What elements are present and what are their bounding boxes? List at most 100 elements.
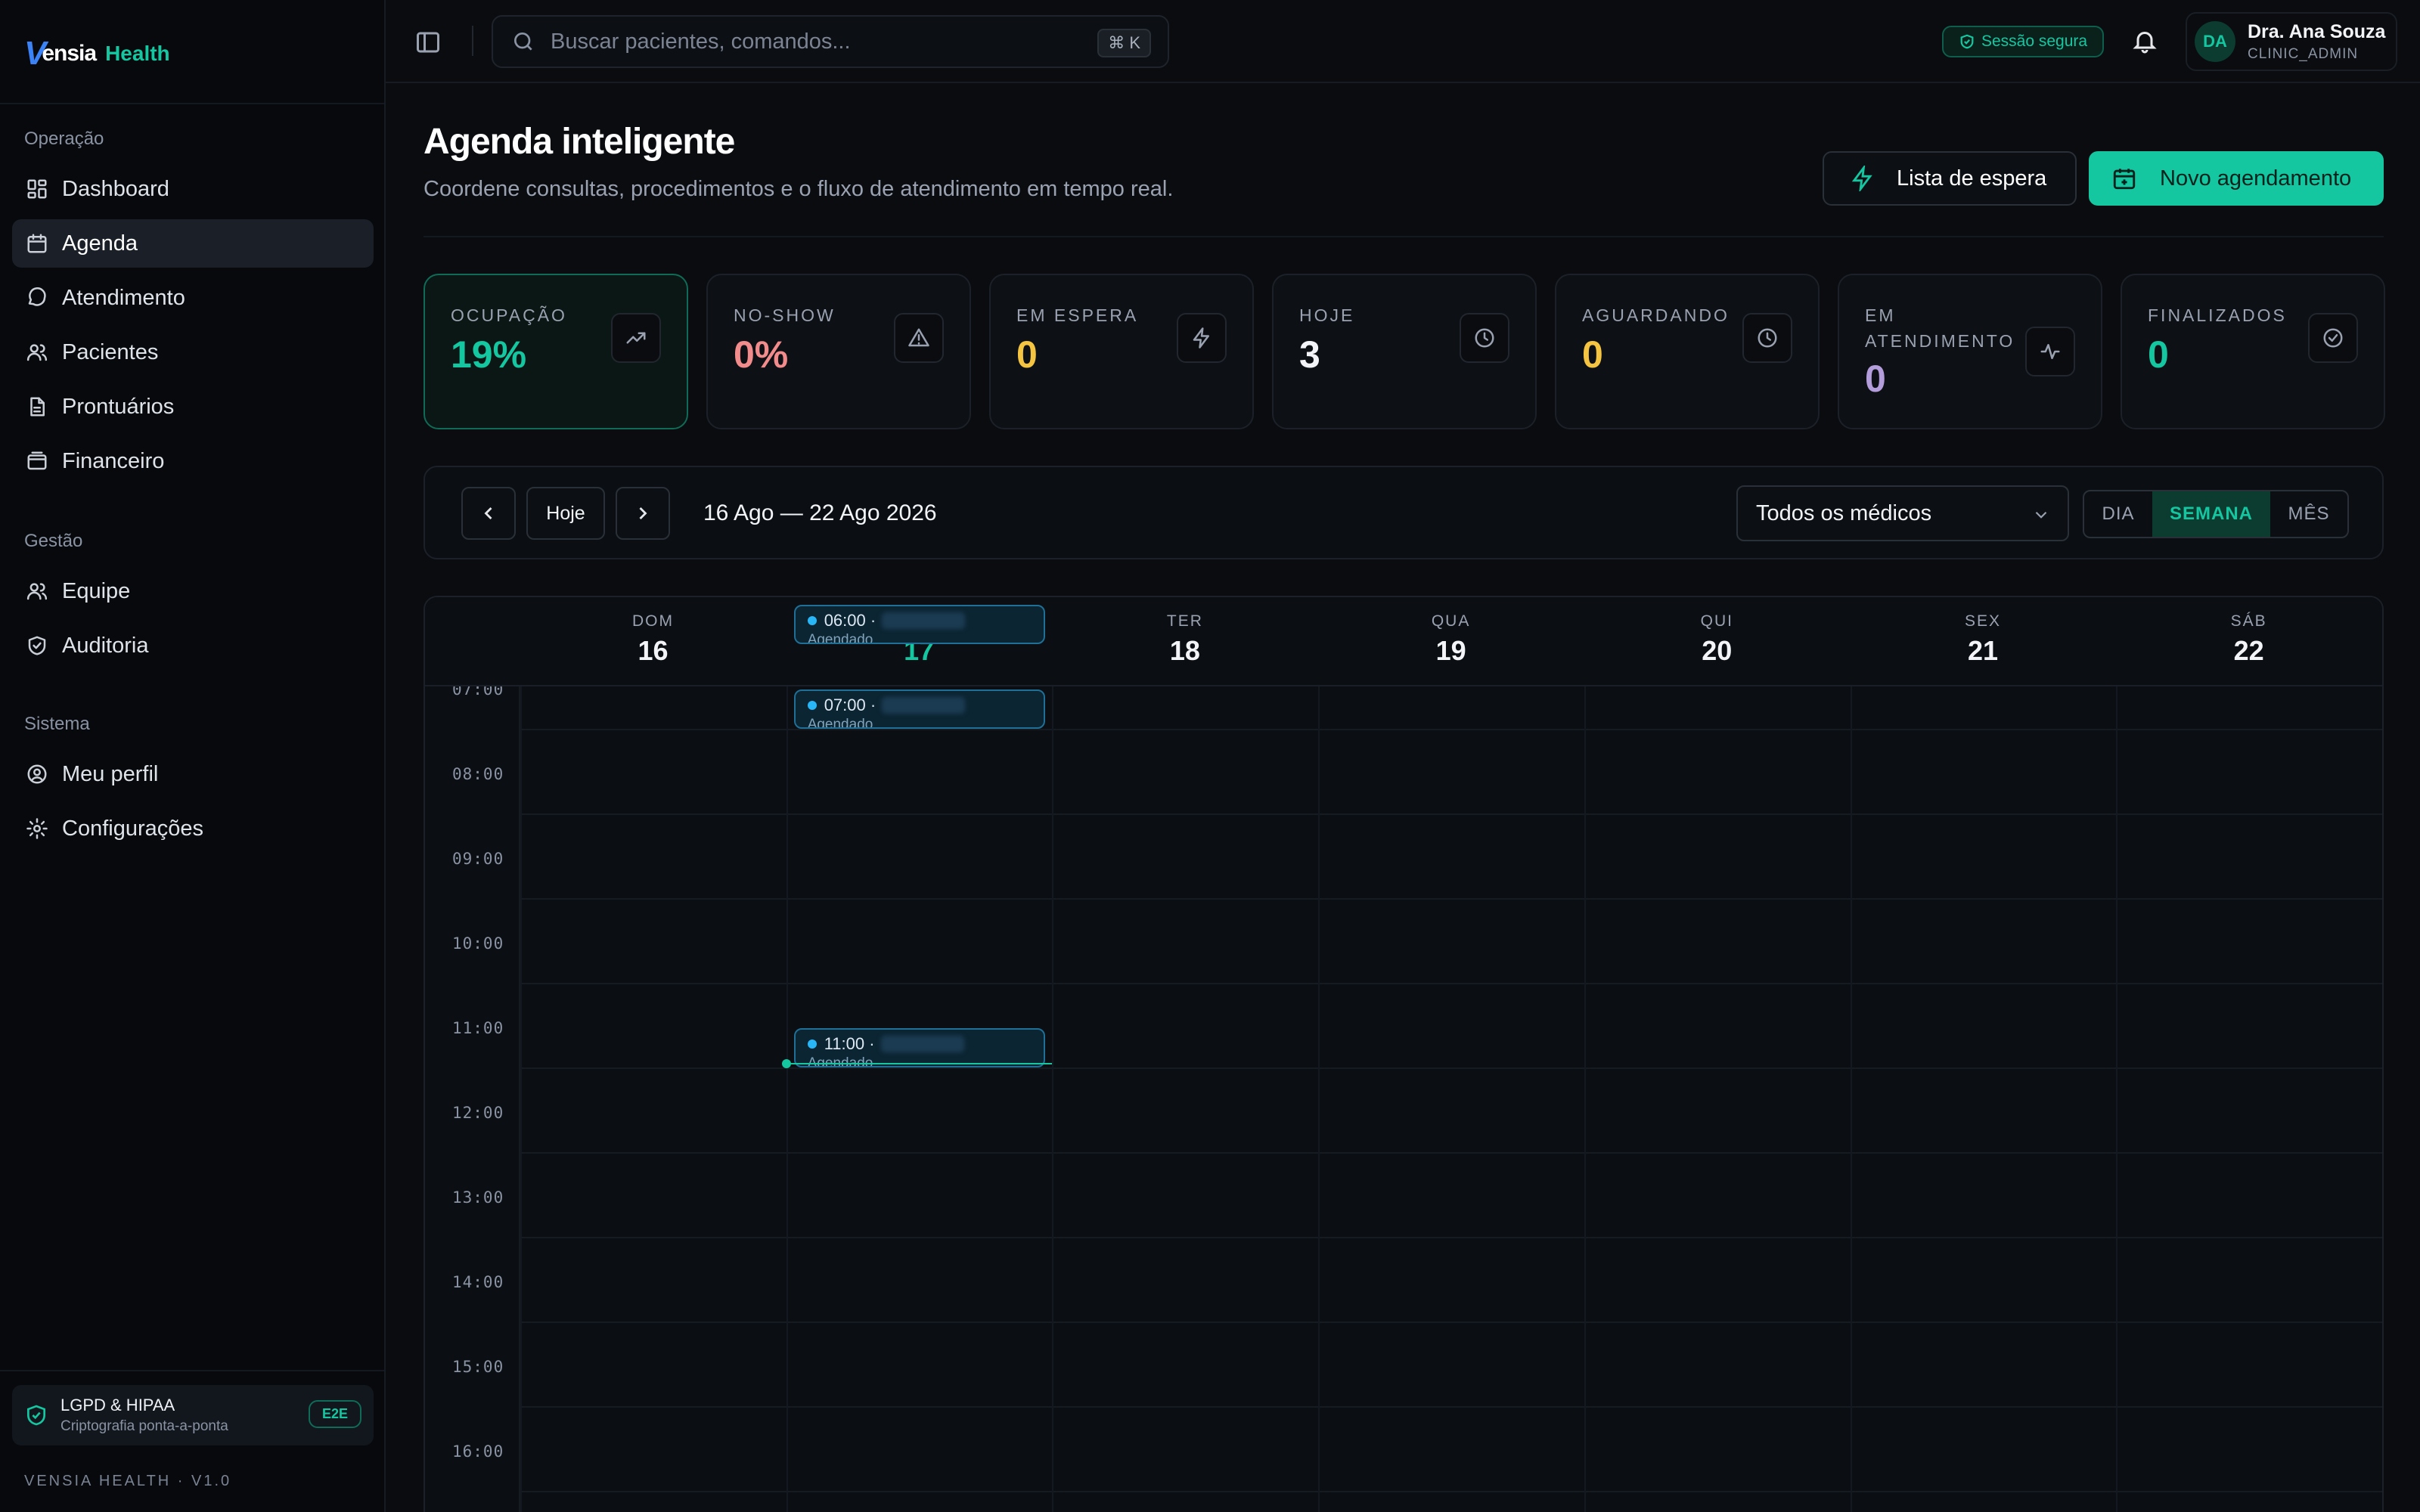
new-appointment-button[interactable]: Novo agendamento — [2089, 151, 2384, 206]
day-header[interactable]: SEX 21 — [1851, 597, 2116, 686]
sidebar-item-pacientes[interactable]: Pacientes — [12, 328, 374, 376]
alert-triangle-icon — [908, 328, 929, 347]
day-header[interactable]: QUI 20 — [1584, 597, 1850, 686]
view-switch: DIA SEMANA MÊS — [2083, 490, 2349, 538]
day-header[interactable]: QUA 19 — [1318, 597, 1584, 686]
calendar-grid[interactable]: 07:00 08:00 09:00 10:00 11:00 12:00 13:00 14:00… — [425, 680, 2382, 1512]
stat-label: FINALIZADOS — [2148, 305, 2287, 325]
time-label: 12:00 — [452, 1104, 504, 1122]
logo-suffix: Health — [105, 42, 170, 65]
doctor-filter-value: Todos os médicos — [1756, 500, 1932, 525]
divider — [472, 26, 473, 56]
stat-card-ocupa-o: OCUPAÇÃO 19% — [424, 274, 688, 429]
day-column-divider — [786, 686, 788, 1512]
appointment-card[interactable]: 07:00 · Agendado — [793, 689, 1045, 729]
sidebar-section-label: Operação — [24, 129, 104, 149]
team-icon — [26, 583, 48, 600]
stat-label: EM ESPERA — [1016, 305, 1139, 325]
time-label: 16:00 — [452, 1442, 504, 1461]
chevron-left-icon — [484, 507, 492, 519]
appointment-card[interactable]: 06:00 · Agendado — [793, 605, 1045, 644]
sidebar-item-label: Financeiro — [62, 448, 165, 473]
profile-icon — [27, 764, 47, 784]
day-name: SEX — [1964, 612, 2002, 630]
chevron-right-icon — [639, 507, 647, 519]
stat-value: 0% — [734, 333, 789, 376]
sidebar-item-financeiro[interactable]: Financeiro — [12, 437, 374, 485]
zap-icon — [1193, 327, 1209, 349]
today-button[interactable]: Hoje — [526, 487, 605, 540]
prev-week-button[interactable] — [461, 487, 516, 540]
page-subtitle: Coordene consultas, procedimentos e o fl… — [424, 177, 1174, 201]
day-header[interactable]: SÁB 22 — [2116, 597, 2381, 686]
time-label: 09:00 — [452, 850, 504, 868]
day-header[interactable]: TER 18 — [1052, 597, 1317, 686]
sidebar-toggle-icon[interactable] — [414, 29, 442, 56]
half-hour-line — [519, 729, 2382, 730]
day-column-divider — [1850, 686, 1852, 1512]
stat-icon-box — [1177, 313, 1227, 363]
appointment-time-row: 06:00 · — [807, 611, 1044, 631]
status-dot — [807, 616, 817, 625]
sidebar-item-agenda[interactable]: Agenda — [12, 219, 374, 268]
tab-month[interactable]: MÊS — [2270, 491, 2347, 537]
chat-icon — [28, 287, 46, 306]
time-label: 14:00 — [452, 1273, 504, 1291]
sidebar-item-prontu-rios[interactable]: Prontuários — [12, 383, 374, 431]
waitlist-button[interactable]: Lista de espera — [1823, 151, 2077, 206]
sidebar-item-label: Prontuários — [62, 394, 175, 419]
half-hour-line — [519, 1152, 2382, 1154]
sidebar: V ensia Health Operação Dashboard Agenda At… — [0, 0, 386, 1512]
calendar-header: DOM16SEG17TER18QUA19QUI20SEX21SÁB22 — [425, 597, 2382, 686]
day-number: 21 — [1967, 635, 1999, 666]
day-column-divider — [2381, 686, 2382, 1512]
half-hour-line — [519, 1321, 2382, 1323]
stat-label: AGUARDANDO — [1582, 305, 1730, 325]
next-week-button[interactable] — [616, 487, 670, 540]
redacted-patient-name — [882, 697, 966, 714]
stat-icon-box — [2308, 313, 2358, 363]
e2e-badge: E2E — [308, 1400, 361, 1428]
search-icon — [514, 33, 532, 51]
user-menu[interactable]: DA Dra. Ana Souza CLINIC_ADMIN — [2186, 12, 2397, 71]
doctor-filter-select[interactable]: Todos os médicos — [1736, 485, 2069, 541]
status-dot — [807, 701, 817, 710]
avatar: DA — [2195, 21, 2235, 62]
stat-label: NO-SHOW — [734, 305, 836, 325]
tab-day[interactable]: DIA — [2084, 491, 2152, 537]
shield-check-icon — [27, 1405, 45, 1426]
time-label: 11:00 — [452, 1019, 504, 1037]
stat-value: 0 — [1865, 358, 1886, 400]
sidebar-section-label: Sistema — [24, 714, 90, 734]
sidebar-item-configura-es[interactable]: Configurações — [12, 804, 374, 853]
brand-logo[interactable]: V ensia Health — [24, 35, 170, 73]
bell-icon[interactable] — [2131, 27, 2158, 54]
sidebar-item-auditoria[interactable]: Auditoria — [12, 621, 374, 670]
divider — [0, 1370, 384, 1371]
search-input[interactable]: Buscar pacientes, comandos... ⌘ K — [492, 15, 1169, 68]
sidebar-item-dashboard[interactable]: Dashboard — [12, 165, 374, 213]
stat-card-finalizados: FINALIZADOS 0 — [2121, 274, 2385, 429]
tab-week[interactable]: SEMANA — [2152, 491, 2270, 537]
search-placeholder: Buscar pacientes, comandos... — [551, 29, 851, 54]
sidebar-item-atendimento[interactable]: Atendimento — [12, 274, 374, 322]
half-hour-line — [519, 1067, 2382, 1069]
dashboard-icon — [27, 179, 47, 199]
sidebar-item-meu-perfil[interactable]: Meu perfil — [12, 750, 374, 798]
half-hour-line — [519, 983, 2382, 984]
appointment-status: Agendado — [807, 632, 873, 644]
time-label: 13:00 — [452, 1188, 504, 1207]
stat-label: OCUPAÇÃO — [451, 305, 567, 325]
day-number: 19 — [1435, 635, 1466, 666]
day-name: TER — [1166, 612, 1203, 630]
sidebar-item-label: Auditoria — [62, 633, 149, 658]
sidebar-item-equipe[interactable]: Equipe — [12, 567, 374, 615]
day-header[interactable]: DOM 16 — [520, 597, 786, 686]
clock-icon — [1758, 328, 1777, 348]
status-dot — [807, 1040, 817, 1049]
app-version: VENSIA HEALTH · V1.0 — [24, 1473, 232, 1489]
gear-icon — [26, 818, 48, 839]
divider — [0, 103, 384, 104]
clock-icon — [1475, 328, 1494, 348]
appointment-card[interactable]: 11:00 · Agendado — [793, 1028, 1045, 1067]
